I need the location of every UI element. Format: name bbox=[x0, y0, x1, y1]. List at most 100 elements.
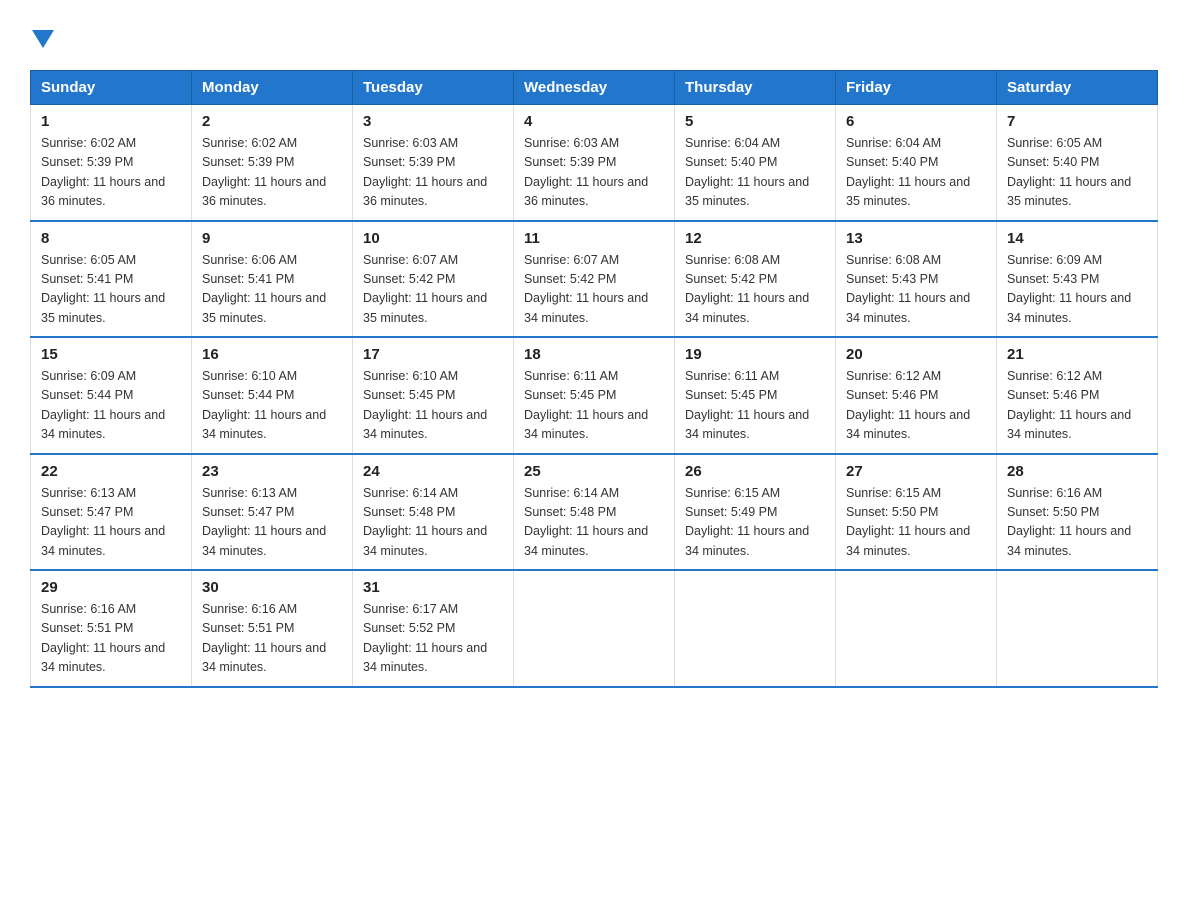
calendar-week-row: 1 Sunrise: 6:02 AM Sunset: 5:39 PM Dayli… bbox=[31, 105, 1158, 221]
day-info: Sunrise: 6:16 AM Sunset: 5:50 PM Dayligh… bbox=[1007, 484, 1147, 562]
calendar-cell: 14 Sunrise: 6:09 AM Sunset: 5:43 PM Dayl… bbox=[997, 221, 1158, 338]
day-number: 27 bbox=[846, 463, 986, 480]
calendar-cell: 20 Sunrise: 6:12 AM Sunset: 5:46 PM Dayl… bbox=[836, 337, 997, 454]
calendar-cell: 10 Sunrise: 6:07 AM Sunset: 5:42 PM Dayl… bbox=[353, 221, 514, 338]
calendar-cell: 4 Sunrise: 6:03 AM Sunset: 5:39 PM Dayli… bbox=[514, 105, 675, 221]
day-info: Sunrise: 6:02 AM Sunset: 5:39 PM Dayligh… bbox=[41, 134, 181, 212]
day-header-wednesday: Wednesday bbox=[514, 71, 675, 105]
day-header-sunday: Sunday bbox=[31, 71, 192, 105]
day-number: 6 bbox=[846, 113, 986, 130]
day-info: Sunrise: 6:13 AM Sunset: 5:47 PM Dayligh… bbox=[202, 484, 342, 562]
day-info: Sunrise: 6:04 AM Sunset: 5:40 PM Dayligh… bbox=[685, 134, 825, 212]
day-header-tuesday: Tuesday bbox=[353, 71, 514, 105]
day-info: Sunrise: 6:10 AM Sunset: 5:44 PM Dayligh… bbox=[202, 367, 342, 445]
day-number: 22 bbox=[41, 463, 181, 480]
day-info: Sunrise: 6:02 AM Sunset: 5:39 PM Dayligh… bbox=[202, 134, 342, 212]
calendar-cell: 3 Sunrise: 6:03 AM Sunset: 5:39 PM Dayli… bbox=[353, 105, 514, 221]
day-info: Sunrise: 6:03 AM Sunset: 5:39 PM Dayligh… bbox=[524, 134, 664, 212]
day-info: Sunrise: 6:09 AM Sunset: 5:43 PM Dayligh… bbox=[1007, 251, 1147, 329]
day-number: 2 bbox=[202, 113, 342, 130]
calendar-cell: 15 Sunrise: 6:09 AM Sunset: 5:44 PM Dayl… bbox=[31, 337, 192, 454]
calendar-cell: 31 Sunrise: 6:17 AM Sunset: 5:52 PM Dayl… bbox=[353, 570, 514, 687]
calendar-week-row: 29 Sunrise: 6:16 AM Sunset: 5:51 PM Dayl… bbox=[31, 570, 1158, 687]
calendar-cell: 18 Sunrise: 6:11 AM Sunset: 5:45 PM Dayl… bbox=[514, 337, 675, 454]
day-number: 8 bbox=[41, 230, 181, 247]
day-number: 30 bbox=[202, 579, 342, 596]
day-number: 9 bbox=[202, 230, 342, 247]
day-info: Sunrise: 6:15 AM Sunset: 5:50 PM Dayligh… bbox=[846, 484, 986, 562]
day-info: Sunrise: 6:11 AM Sunset: 5:45 PM Dayligh… bbox=[685, 367, 825, 445]
day-number: 13 bbox=[846, 230, 986, 247]
calendar-cell bbox=[675, 570, 836, 687]
day-header-thursday: Thursday bbox=[675, 71, 836, 105]
day-number: 10 bbox=[363, 230, 503, 247]
day-info: Sunrise: 6:15 AM Sunset: 5:49 PM Dayligh… bbox=[685, 484, 825, 562]
day-number: 17 bbox=[363, 346, 503, 363]
day-number: 26 bbox=[685, 463, 825, 480]
calendar-cell: 12 Sunrise: 6:08 AM Sunset: 5:42 PM Dayl… bbox=[675, 221, 836, 338]
logo bbox=[30, 30, 54, 50]
calendar-cell: 9 Sunrise: 6:06 AM Sunset: 5:41 PM Dayli… bbox=[192, 221, 353, 338]
calendar-week-row: 15 Sunrise: 6:09 AM Sunset: 5:44 PM Dayl… bbox=[31, 337, 1158, 454]
day-number: 20 bbox=[846, 346, 986, 363]
calendar-cell: 28 Sunrise: 6:16 AM Sunset: 5:50 PM Dayl… bbox=[997, 454, 1158, 571]
day-number: 11 bbox=[524, 230, 664, 247]
day-info: Sunrise: 6:07 AM Sunset: 5:42 PM Dayligh… bbox=[363, 251, 503, 329]
calendar-cell: 22 Sunrise: 6:13 AM Sunset: 5:47 PM Dayl… bbox=[31, 454, 192, 571]
calendar-table: SundayMondayTuesdayWednesdayThursdayFrid… bbox=[30, 70, 1158, 688]
calendar-cell: 8 Sunrise: 6:05 AM Sunset: 5:41 PM Dayli… bbox=[31, 221, 192, 338]
calendar-cell: 21 Sunrise: 6:12 AM Sunset: 5:46 PM Dayl… bbox=[997, 337, 1158, 454]
day-number: 7 bbox=[1007, 113, 1147, 130]
day-info: Sunrise: 6:06 AM Sunset: 5:41 PM Dayligh… bbox=[202, 251, 342, 329]
day-number: 28 bbox=[1007, 463, 1147, 480]
calendar-cell: 30 Sunrise: 6:16 AM Sunset: 5:51 PM Dayl… bbox=[192, 570, 353, 687]
logo-triangle-icon bbox=[32, 30, 54, 48]
calendar-cell: 2 Sunrise: 6:02 AM Sunset: 5:39 PM Dayli… bbox=[192, 105, 353, 221]
day-info: Sunrise: 6:17 AM Sunset: 5:52 PM Dayligh… bbox=[363, 600, 503, 678]
day-info: Sunrise: 6:05 AM Sunset: 5:40 PM Dayligh… bbox=[1007, 134, 1147, 212]
calendar-cell: 16 Sunrise: 6:10 AM Sunset: 5:44 PM Dayl… bbox=[192, 337, 353, 454]
day-info: Sunrise: 6:03 AM Sunset: 5:39 PM Dayligh… bbox=[363, 134, 503, 212]
day-info: Sunrise: 6:05 AM Sunset: 5:41 PM Dayligh… bbox=[41, 251, 181, 329]
day-number: 15 bbox=[41, 346, 181, 363]
day-info: Sunrise: 6:04 AM Sunset: 5:40 PM Dayligh… bbox=[846, 134, 986, 212]
day-number: 14 bbox=[1007, 230, 1147, 247]
day-number: 12 bbox=[685, 230, 825, 247]
calendar-cell: 11 Sunrise: 6:07 AM Sunset: 5:42 PM Dayl… bbox=[514, 221, 675, 338]
day-header-saturday: Saturday bbox=[997, 71, 1158, 105]
day-info: Sunrise: 6:09 AM Sunset: 5:44 PM Dayligh… bbox=[41, 367, 181, 445]
day-number: 3 bbox=[363, 113, 503, 130]
calendar-cell: 13 Sunrise: 6:08 AM Sunset: 5:43 PM Dayl… bbox=[836, 221, 997, 338]
day-number: 31 bbox=[363, 579, 503, 596]
day-number: 16 bbox=[202, 346, 342, 363]
calendar-week-row: 22 Sunrise: 6:13 AM Sunset: 5:47 PM Dayl… bbox=[31, 454, 1158, 571]
day-number: 4 bbox=[524, 113, 664, 130]
calendar-cell: 23 Sunrise: 6:13 AM Sunset: 5:47 PM Dayl… bbox=[192, 454, 353, 571]
day-info: Sunrise: 6:14 AM Sunset: 5:48 PM Dayligh… bbox=[524, 484, 664, 562]
day-number: 29 bbox=[41, 579, 181, 596]
day-number: 24 bbox=[363, 463, 503, 480]
calendar-cell: 29 Sunrise: 6:16 AM Sunset: 5:51 PM Dayl… bbox=[31, 570, 192, 687]
calendar-cell: 24 Sunrise: 6:14 AM Sunset: 5:48 PM Dayl… bbox=[353, 454, 514, 571]
calendar-cell bbox=[836, 570, 997, 687]
calendar-cell bbox=[514, 570, 675, 687]
day-number: 21 bbox=[1007, 346, 1147, 363]
calendar-week-row: 8 Sunrise: 6:05 AM Sunset: 5:41 PM Dayli… bbox=[31, 221, 1158, 338]
day-info: Sunrise: 6:11 AM Sunset: 5:45 PM Dayligh… bbox=[524, 367, 664, 445]
calendar-cell: 7 Sunrise: 6:05 AM Sunset: 5:40 PM Dayli… bbox=[997, 105, 1158, 221]
calendar-header-row: SundayMondayTuesdayWednesdayThursdayFrid… bbox=[31, 71, 1158, 105]
day-info: Sunrise: 6:12 AM Sunset: 5:46 PM Dayligh… bbox=[846, 367, 986, 445]
day-info: Sunrise: 6:16 AM Sunset: 5:51 PM Dayligh… bbox=[41, 600, 181, 678]
calendar-cell: 17 Sunrise: 6:10 AM Sunset: 5:45 PM Dayl… bbox=[353, 337, 514, 454]
day-header-friday: Friday bbox=[836, 71, 997, 105]
day-number: 25 bbox=[524, 463, 664, 480]
day-info: Sunrise: 6:16 AM Sunset: 5:51 PM Dayligh… bbox=[202, 600, 342, 678]
day-info: Sunrise: 6:13 AM Sunset: 5:47 PM Dayligh… bbox=[41, 484, 181, 562]
day-header-monday: Monday bbox=[192, 71, 353, 105]
day-number: 19 bbox=[685, 346, 825, 363]
day-info: Sunrise: 6:12 AM Sunset: 5:46 PM Dayligh… bbox=[1007, 367, 1147, 445]
calendar-cell: 26 Sunrise: 6:15 AM Sunset: 5:49 PM Dayl… bbox=[675, 454, 836, 571]
day-number: 23 bbox=[202, 463, 342, 480]
calendar-cell: 25 Sunrise: 6:14 AM Sunset: 5:48 PM Dayl… bbox=[514, 454, 675, 571]
calendar-cell: 5 Sunrise: 6:04 AM Sunset: 5:40 PM Dayli… bbox=[675, 105, 836, 221]
